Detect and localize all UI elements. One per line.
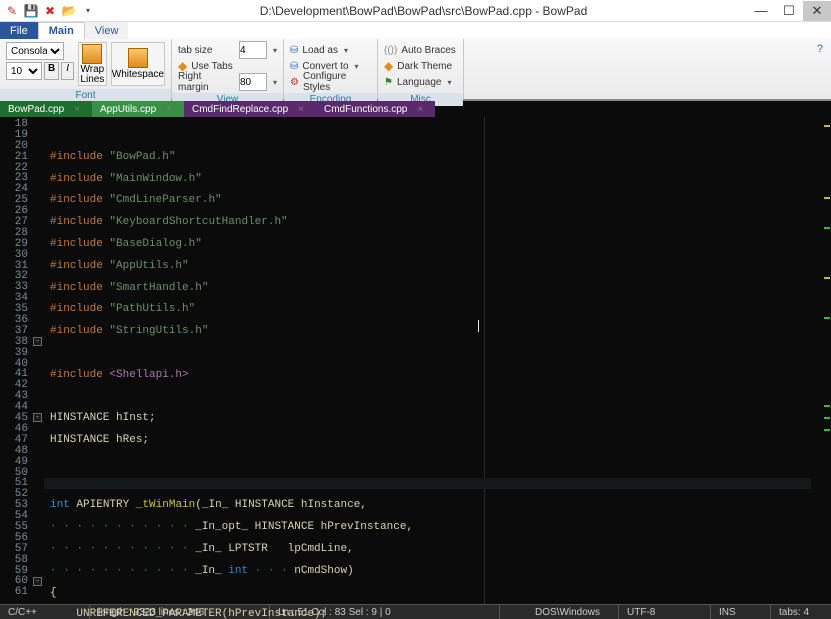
save-icon[interactable]: 💾 [23,3,39,19]
file-tab[interactable]: CmdFindReplace.cpp× [184,101,316,117]
fold-toggle[interactable]: - [33,413,42,422]
rightmargin-label: Right margin [178,71,231,93]
bold-button[interactable]: B [44,62,59,80]
change-marker [824,429,830,431]
close-tab-icon[interactable]: × [417,104,423,115]
convert-icon: ⛁ [290,61,298,72]
wrap-icon [82,44,102,64]
tab-main[interactable]: Main [38,22,85,39]
help-button[interactable]: ? [809,39,831,99]
tabsize-input[interactable] [239,41,267,59]
file-tab[interactable]: AppUtils.cpp× [92,101,184,117]
darktheme-button[interactable]: Dark Theme [397,61,452,72]
dropdown-icon[interactable]: ▾ [80,3,96,19]
change-marker [824,277,830,279]
file-tab[interactable]: CmdFunctions.cpp× [316,101,435,117]
marker-bar [821,117,831,604]
whitespace-button[interactable]: Whitespace [111,42,165,86]
close-tab-icon[interactable]: × [298,104,304,115]
minimize-button[interactable]: — [747,1,775,21]
usetabs-button[interactable]: Use Tabs [191,61,233,72]
change-marker [824,125,830,127]
line-gutter: 1819202122232425262728293031323334353637… [0,117,32,604]
tab-view[interactable]: View [85,22,129,39]
right-margin-line [484,117,485,604]
maximize-button[interactable]: ☐ [775,1,803,21]
convertto-button[interactable]: Convert to [302,61,348,72]
disk-icon: ⛁ [290,45,298,56]
change-marker [824,317,830,319]
window-buttons: — ☐ ✕ [747,1,831,21]
autobraces-button[interactable]: Auto Braces [401,45,455,56]
font-size-select[interactable]: 10 [6,62,42,80]
window-title: D:\Development\BowPad\BowPad\src\BowPad.… [100,4,747,18]
language-button[interactable]: Language [397,77,442,88]
palette-icon: ⚙ [290,77,299,88]
change-marker [824,417,830,419]
wrap-lines-button[interactable]: Wrap Lines [78,42,107,86]
editor: 1819202122232425262728293031323334353637… [0,117,831,604]
close-doc-icon[interactable]: ✖ [42,3,58,19]
change-marker [824,405,830,407]
close-tab-icon[interactable]: × [74,104,80,115]
fold-gutter: - - - [32,117,44,604]
whitespace-icon [128,48,148,68]
file-tab[interactable]: BowPad.cpp× [0,101,92,117]
globe-icon: ⚑ [384,77,393,88]
text-cursor [478,320,479,333]
ribbon: Consolas 10 B I Wrap Lines Whitespace Fo… [0,39,831,101]
ribbon-tabs: File Main View [0,22,831,39]
quick-access-toolbar: ✎ 💾 ✖ 📂 ▾ [0,3,100,19]
file-tabs: BowPad.cpp×AppUtils.cpp×CmdFindReplace.c… [0,101,831,117]
change-marker [824,197,830,199]
close-tab-icon[interactable]: × [166,104,172,115]
loadas-button[interactable]: Load as [302,45,338,56]
close-button[interactable]: ✕ [803,1,831,21]
titlebar: ✎ 💾 ✖ 📂 ▾ D:\Development\BowPad\BowPad\s… [0,0,831,22]
tabsize-label: tab size [178,45,212,56]
font-name-select[interactable]: Consolas [6,42,64,60]
configure-styles-button[interactable]: Configure Styles [303,71,371,93]
fold-toggle[interactable]: - [33,577,42,586]
italic-button[interactable]: I [61,62,74,80]
tab-file[interactable]: File [0,22,38,39]
app-icon: ✎ [4,3,20,19]
rightmargin-input[interactable] [239,73,267,91]
change-marker [824,227,830,229]
open-icon[interactable]: 📂 [61,3,77,19]
fold-toggle[interactable]: - [33,337,42,346]
code-area[interactable]: #include "BowPad.h" #include "MainWindow… [44,117,821,604]
